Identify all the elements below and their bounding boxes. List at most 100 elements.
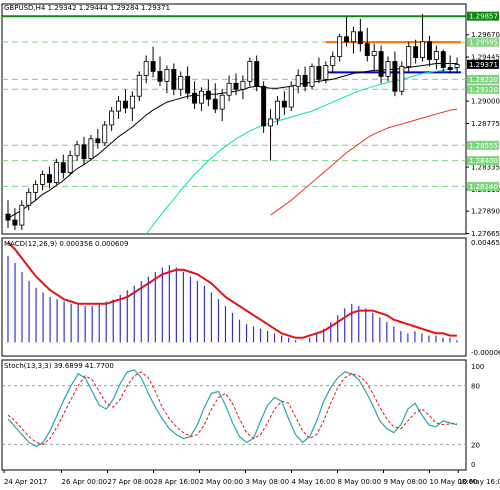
candle-body xyxy=(288,85,294,108)
stoch-tick-label: 100 xyxy=(471,363,484,371)
stoch-title: Stoch(13,3,3) 39.6899 41.7700 xyxy=(4,362,114,370)
candle-body xyxy=(81,144,87,160)
candle-body xyxy=(385,61,391,77)
stoch-tick-label: 20 xyxy=(471,441,480,449)
candle-body xyxy=(150,61,156,72)
candle-body xyxy=(247,61,253,82)
candle[interactable] xyxy=(309,63,315,90)
trading-chart[interactable]: 1.296701.294451.290001.287751.283351.281… xyxy=(0,0,500,490)
candle-body xyxy=(309,66,315,87)
candle-body xyxy=(226,82,232,96)
candle-body xyxy=(378,51,384,77)
candle-body xyxy=(233,82,239,90)
candle-body xyxy=(46,174,52,183)
candle-body xyxy=(185,75,191,94)
candle-body xyxy=(33,184,39,193)
candle-body xyxy=(323,65,329,80)
candle[interactable] xyxy=(88,134,94,161)
candle-body xyxy=(364,43,370,56)
time-tick-label: 10 May 16:00 xyxy=(458,478,500,486)
candle-body xyxy=(171,69,177,90)
time-tick-label: 26 Apr 00:00 xyxy=(62,478,108,486)
candle-body xyxy=(344,36,350,43)
candle-body xyxy=(295,74,301,87)
time-tick-label: 24 Apr 2017 xyxy=(4,478,47,486)
level-price-label: 1.29857 xyxy=(469,13,498,21)
candle-body xyxy=(268,118,274,127)
candle-body xyxy=(219,94,225,110)
candle-body xyxy=(40,174,46,185)
candle-body xyxy=(198,90,204,104)
current-price-label: 1.29371 xyxy=(469,61,498,69)
candle-body xyxy=(74,144,80,157)
time-tick-label: 28 Apr 16:00 xyxy=(154,478,200,486)
candle-body xyxy=(19,204,25,226)
candle-body xyxy=(426,41,432,60)
candle[interactable] xyxy=(399,61,405,96)
candle-body xyxy=(109,110,115,126)
candle-body xyxy=(60,162,66,173)
candle-body xyxy=(88,138,94,160)
symbol-title: GBPUSD,H4 1.29342 1.29444 1.29284 1.2937… xyxy=(4,4,170,12)
candle-body xyxy=(5,213,11,221)
candle-body xyxy=(440,51,446,68)
macd-title: MACD(12,26,9) 0.000356 0.000609 xyxy=(4,240,128,248)
candle-body xyxy=(406,46,412,67)
candle-body xyxy=(53,162,59,183)
time-tick-label: 8 May 00:00 xyxy=(338,478,382,486)
level-price-label: 1.29220 xyxy=(469,76,498,84)
candle-body xyxy=(212,98,218,110)
candle-body xyxy=(205,90,211,100)
stoch-tick-label: 80 xyxy=(471,383,480,391)
candle-body xyxy=(274,100,280,120)
candle-body xyxy=(164,69,170,82)
candle[interactable] xyxy=(102,120,108,146)
stoch-tick-label: 0 xyxy=(471,461,475,469)
candle-body xyxy=(136,74,142,97)
candle-body xyxy=(392,61,398,92)
candle-body xyxy=(281,100,287,108)
candle-body xyxy=(413,46,419,58)
time-tick-label: 3 May 08:00 xyxy=(246,478,290,486)
candle-body xyxy=(357,31,363,45)
candle-body xyxy=(116,100,122,112)
candle[interactable] xyxy=(261,81,267,133)
candle-body xyxy=(261,85,267,127)
level-price-label: 1.29120 xyxy=(469,86,498,94)
macd-tick-label: 0.00465 xyxy=(471,239,500,247)
candle-body xyxy=(157,71,163,82)
candle-body xyxy=(316,66,322,80)
candle-body xyxy=(240,80,246,90)
price-tick-label: 1.27890 xyxy=(471,208,500,216)
level-price-label: 1.28555 xyxy=(469,142,498,150)
time-tick-label: 27 Apr 08:00 xyxy=(108,478,154,486)
candle-body xyxy=(254,61,260,87)
candle-body xyxy=(433,51,439,60)
candle-body xyxy=(371,51,377,56)
candle-body xyxy=(337,36,343,57)
candle-body xyxy=(350,31,356,43)
candle[interactable] xyxy=(53,158,59,185)
time-tick-label: 2 May 00:00 xyxy=(200,478,244,486)
candle-body xyxy=(67,155,73,173)
candle-body xyxy=(129,95,135,109)
price-tick-label: 1.27665 xyxy=(471,230,500,238)
candle-body xyxy=(12,219,18,226)
candle-body xyxy=(399,66,405,92)
candle-body xyxy=(122,100,128,109)
level-price-label: 1.29595 xyxy=(469,39,498,47)
candle-body xyxy=(454,64,460,68)
candle-body xyxy=(143,61,149,76)
candle-body xyxy=(26,191,32,206)
candle-body xyxy=(447,67,453,70)
level-price-label: 1.28400 xyxy=(469,157,498,165)
candle-body xyxy=(330,56,336,66)
macd-tick-label: -0.000064 xyxy=(471,349,500,357)
candle-body xyxy=(95,138,101,144)
candle-body xyxy=(192,92,198,104)
candle-body xyxy=(102,124,108,144)
price-tick-label: 1.29000 xyxy=(471,98,500,106)
level-price-label: 1.28140 xyxy=(469,183,498,191)
candle-body xyxy=(420,41,426,58)
candle-body xyxy=(302,74,308,87)
